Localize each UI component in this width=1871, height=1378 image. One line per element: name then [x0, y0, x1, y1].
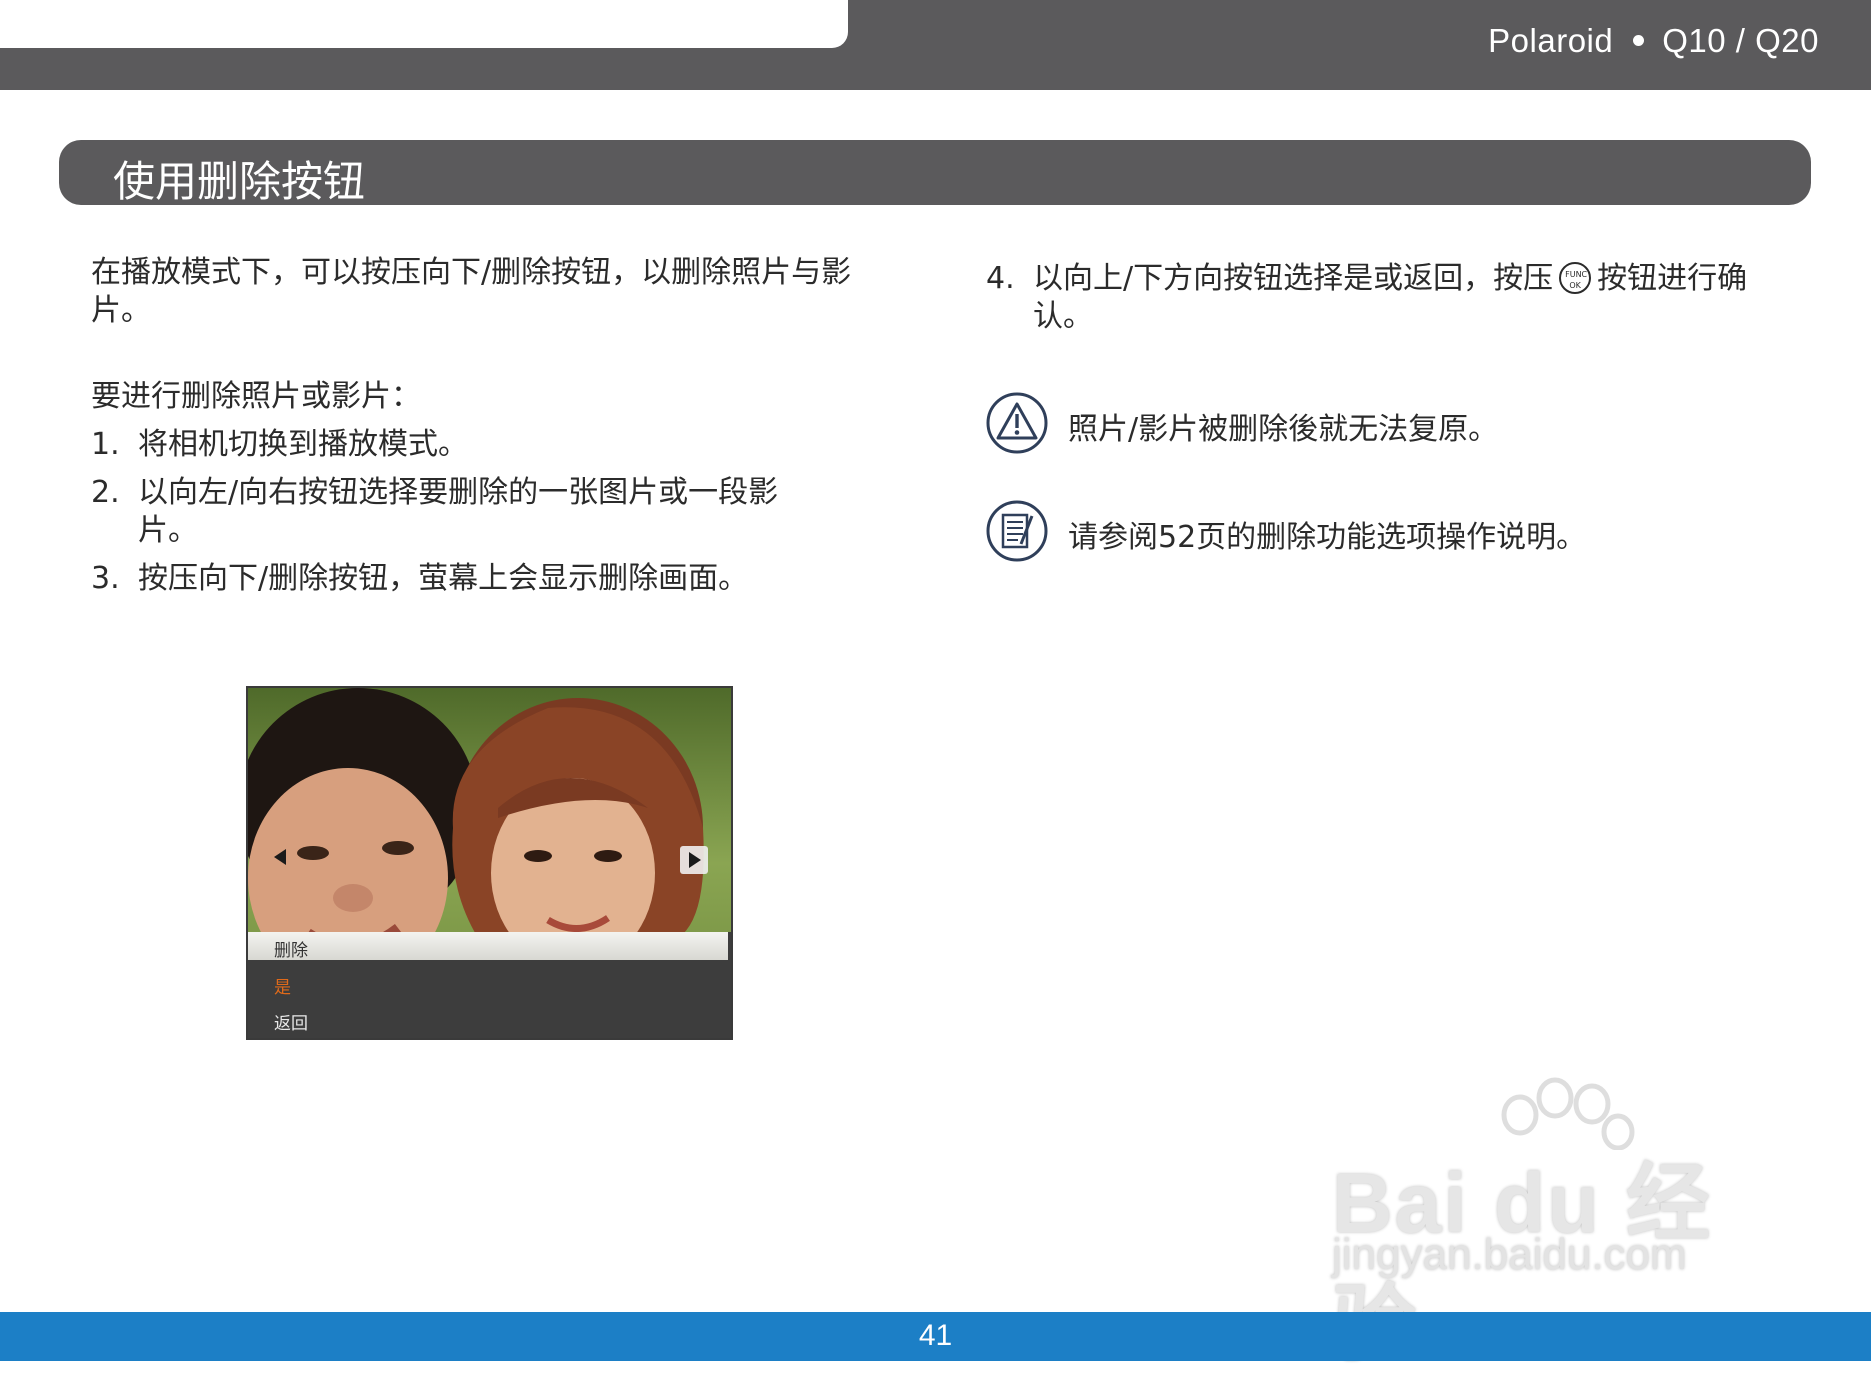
brand-label: Polaroid Q10 / Q20 — [1488, 22, 1819, 60]
step-item: 2. 以向左/向右按钮选择要删除的一张图片或一段影片。 — [91, 474, 798, 550]
left-column: 在播放模式下，可以按压向下/删除按钮，以删除照片与影片。 要进行删除照片或影片：… — [91, 254, 891, 608]
step-number: 3. — [91, 561, 120, 596]
step-item: 1. 将相机切换到播放模式。 — [91, 426, 891, 464]
step-item: 3. 按压向下/删除按钮，萤幕上会显示删除画面。 — [91, 560, 891, 598]
step-number: 2. — [91, 475, 120, 510]
step-item: 4. 以向上/下方向按钮选择是或返回，按压 FUNC OK 按钮进行确认。 — [986, 260, 1806, 336]
model-name: Q10 / Q20 — [1662, 22, 1819, 59]
footer-bar: 41 — [0, 1312, 1871, 1361]
warning-icon — [986, 392, 1048, 454]
delete-option-back: 返回 — [274, 1014, 308, 1034]
header-tab — [0, 0, 848, 48]
intro-paragraph: 在播放模式下，可以按压向下/删除按钮，以删除照片与影片。 — [91, 255, 852, 328]
func-ok-label: FUNC OK — [1565, 269, 1588, 290]
brand-name: Polaroid — [1488, 22, 1614, 59]
steps-list-continued: 4. 以向上/下方向按钮选择是或返回，按压 FUNC OK 按钮进行确认。 — [986, 260, 1806, 336]
section-title: 使用删除按钮 — [113, 157, 366, 206]
header-tab-corner — [0, 48, 30, 90]
step-number: 1. — [91, 427, 120, 462]
page-number: 41 — [918, 1319, 953, 1352]
delete-menu-header — [248, 932, 728, 960]
step-number: 4. — [986, 261, 1015, 296]
memo-icon — [986, 500, 1048, 562]
warning-text: 照片/影片被删除後就无法复原。 — [1068, 412, 1499, 447]
baidu-watermark: Bai du 经验 jingyan.baidu.com — [1300, 1070, 1780, 1371]
steps-list: 1. 将相机切换到播放模式。 2. 以向左/向右按钮选择要删除的一张图片或一段影片。… — [91, 426, 891, 598]
step-text: 按压向下/删除按钮，萤幕上会显示删除画面。 — [138, 561, 749, 596]
func-ok-button-icon: FUNC OK — [1559, 261, 1592, 294]
step-text: 以向左/向右按钮选择要删除的一张图片或一段影片。 — [138, 475, 779, 548]
memo-text: 请参阅52页的删除功能选项操作说明。 — [1068, 520, 1587, 555]
camera-screen-image: 删除 是 返回 — [246, 686, 733, 1040]
delete-option-yes: 是 — [274, 978, 291, 998]
next-arrow-icon — [680, 846, 708, 874]
right-column: 4. 以向上/下方向按钮选择是或返回，按压 FUNC OK 按钮进行确认。 — [986, 260, 1806, 346]
section-title-bar: 使用删除按钮 — [59, 140, 1811, 206]
step-text-before: 以向上/下方向按钮选择是或返回，按压 — [1033, 261, 1554, 296]
brand-separator-dot — [1633, 34, 1645, 46]
watermark-url: jingyan.baidu.com — [1332, 1230, 1687, 1279]
steps-heading: 要进行删除照片或影片： — [91, 379, 421, 414]
previous-arrow-icon — [266, 843, 294, 871]
step-text: 将相机切换到播放模式。 — [138, 427, 468, 462]
delete-menu-title: 删除 — [274, 941, 308, 961]
